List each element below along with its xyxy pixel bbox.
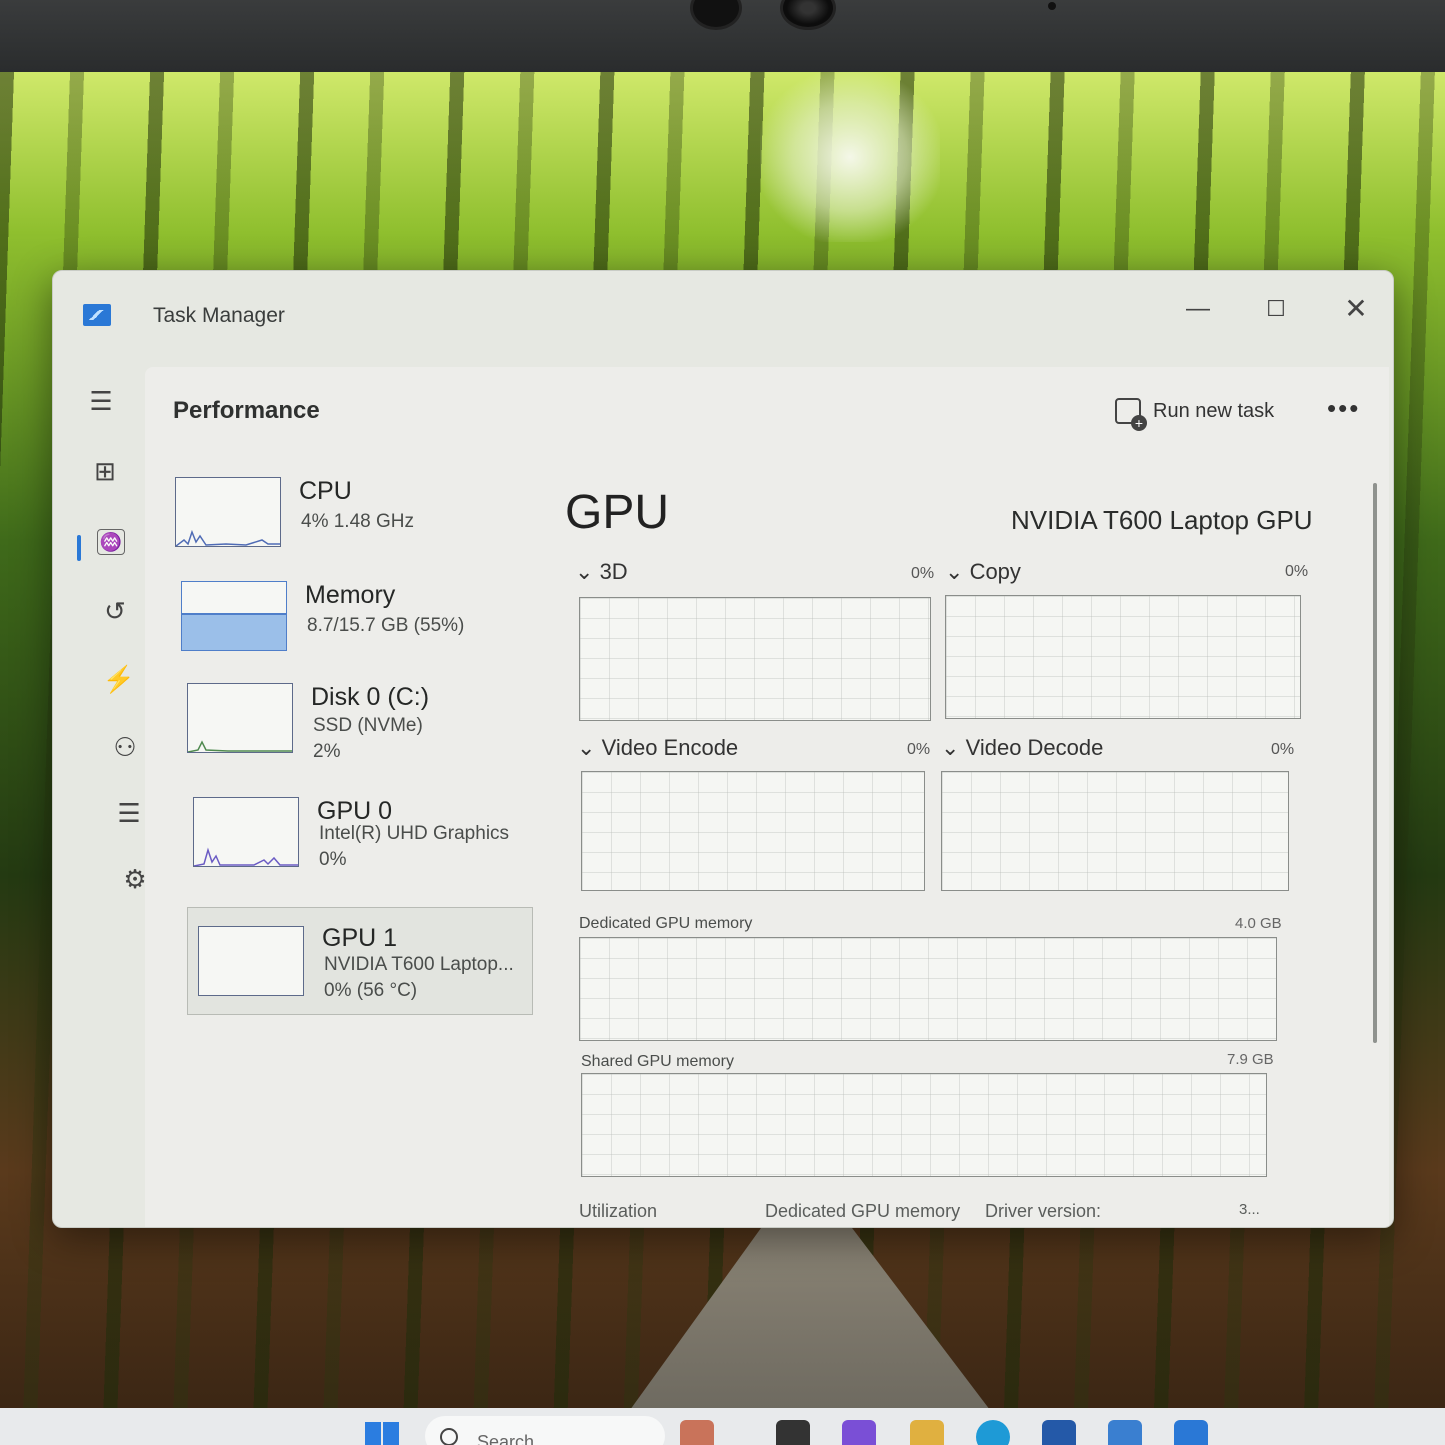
hamburger-icon[interactable]: ☰ bbox=[79, 379, 123, 423]
search-icon bbox=[440, 1428, 458, 1445]
page-title: Performance bbox=[173, 397, 320, 424]
engine-value: 0% bbox=[911, 565, 935, 582]
cpu-thumbnail-graph bbox=[175, 477, 281, 547]
engine-3d-graph bbox=[579, 597, 931, 721]
resource-usage: 0% bbox=[319, 849, 347, 870]
engine-video-encode-dropdown[interactable]: ⌄ Video Encode bbox=[577, 735, 738, 761]
engine-video-decode-graph bbox=[941, 771, 1289, 891]
memory-fill-level bbox=[182, 612, 286, 650]
app-history-icon[interactable]: ↺ bbox=[93, 589, 137, 633]
gpu0-sparkline bbox=[194, 847, 298, 866]
engine-label: Video Decode bbox=[965, 735, 1104, 760]
dedicated-footer-label: Dedicated GPU memory bbox=[765, 1201, 961, 1221]
engine-video-decode-dropdown[interactable]: ⌄ Video Decode bbox=[941, 735, 1103, 761]
selected-indicator bbox=[77, 535, 81, 561]
scrollbar[interactable] bbox=[1373, 483, 1377, 1043]
resource-usage: 0% (56 °C) bbox=[324, 980, 418, 1001]
engine-label: Copy bbox=[969, 559, 1021, 584]
chevron-down-icon: ⌄ bbox=[575, 559, 594, 584]
minimize-button[interactable]: — bbox=[1173, 289, 1223, 329]
shared-memory-graph bbox=[581, 1073, 1267, 1177]
run-new-task-button[interactable]: Run new task bbox=[1115, 395, 1275, 431]
taskbar-search-input[interactable]: Search bbox=[425, 1416, 665, 1445]
task-view-icon[interactable] bbox=[776, 1420, 810, 1445]
resource-memory[interactable]: Memory 8.7/15.7 GB (55%) bbox=[171, 575, 541, 683]
chevron-down-icon: ⌄ bbox=[941, 735, 960, 760]
dedicated-memory-max: 4.0 GB bbox=[1235, 915, 1282, 932]
dedicated-memory-graph bbox=[579, 937, 1277, 1041]
chevron-down-icon: ⌄ bbox=[945, 559, 964, 584]
shared-memory-max: 7.9 GB bbox=[1227, 1051, 1274, 1068]
resource-name: Disk 0 (C:) bbox=[311, 683, 430, 711]
users-icon[interactable]: ⚇ bbox=[103, 725, 147, 769]
webcam-lens bbox=[690, 0, 742, 30]
processes-icon[interactable]: ⊞ bbox=[83, 449, 127, 493]
edge-browser-icon[interactable] bbox=[976, 1420, 1010, 1445]
window-title: Task Manager bbox=[153, 304, 285, 327]
taskbar: Search bbox=[0, 1408, 1445, 1445]
performance-icon[interactable]: ♒ bbox=[97, 529, 125, 555]
gpu-model-name: NVIDIA T600 Laptop GPU bbox=[1011, 505, 1313, 535]
shared-memory-label: Shared GPU memory bbox=[581, 1053, 734, 1070]
close-button[interactable]: ✕ bbox=[1331, 289, 1381, 329]
cpu-sparkline bbox=[176, 529, 280, 546]
more-options-button[interactable]: ••• bbox=[1327, 393, 1360, 424]
copilot-icon[interactable] bbox=[842, 1420, 876, 1445]
resource-usage: 2% bbox=[313, 741, 341, 762]
resource-detail: Intel(R) UHD Graphics bbox=[319, 823, 510, 844]
engine-video-encode-graph bbox=[581, 771, 925, 891]
widgets-icon[interactable] bbox=[680, 1420, 714, 1445]
store-icon[interactable] bbox=[1042, 1420, 1076, 1445]
run-task-icon bbox=[1115, 398, 1147, 431]
engine-copy-graph bbox=[945, 595, 1301, 719]
resource-detail: 4% 1.48 GHz bbox=[301, 511, 414, 532]
navigation-rail: ☰ ⊞ ♒ ↺ ⚡ ⚇ ☰ ⚙ bbox=[53, 363, 147, 1227]
detail-title: GPU bbox=[565, 486, 670, 539]
memory-thumbnail-graph bbox=[181, 581, 287, 651]
task-manager-taskbar-icon[interactable] bbox=[1174, 1420, 1208, 1445]
driver-version-label: Driver version: bbox=[985, 1201, 1102, 1221]
dedicated-memory-label: Dedicated GPU memory bbox=[579, 915, 753, 932]
resource-detail: 8.7/15.7 GB (55%) bbox=[307, 615, 465, 636]
utilization-label: Utilization bbox=[579, 1201, 658, 1221]
resource-gpu-1[interactable]: GPU 1 NVIDIA T600 Laptop... 0% (56 °C) bbox=[187, 907, 533, 1015]
laptop-bezel bbox=[0, 0, 1445, 72]
engine-label: Video Encode bbox=[601, 735, 739, 760]
resource-detail: SSD (NVMe) bbox=[313, 715, 423, 736]
resource-name: GPU 0 bbox=[317, 797, 393, 825]
title-bar[interactable]: Task Manager — ☐ ✕ bbox=[53, 271, 1393, 363]
performance-panel: Performance Run new task ••• CPU 4% 1.48… bbox=[145, 367, 1389, 1227]
webcam-indicator bbox=[1048, 2, 1056, 10]
disk-thumbnail-graph bbox=[187, 683, 293, 753]
engine-3d-dropdown[interactable]: ⌄ 3D bbox=[575, 559, 628, 585]
resource-detail: NVIDIA T600 Laptop... bbox=[324, 954, 514, 975]
engine-label: 3D bbox=[599, 559, 628, 584]
task-manager-window: Task Manager — ☐ ✕ ☰ ⊞ ♒ ↺ ⚡ ⚇ ☰ ⚙ ⚙ Per… bbox=[52, 270, 1394, 1228]
app-icon[interactable] bbox=[1108, 1420, 1142, 1445]
resource-gpu-0[interactable]: GPU 0 Intel(R) UHD Graphics 0% bbox=[183, 791, 553, 899]
resource-cpu[interactable]: CPU 4% 1.48 GHz bbox=[165, 471, 535, 579]
gpu1-thumbnail-graph bbox=[198, 926, 304, 996]
engine-value: 0% bbox=[907, 741, 931, 758]
task-manager-app-icon bbox=[83, 304, 111, 326]
windows-start-icon[interactable] bbox=[365, 1422, 399, 1445]
engine-copy-dropdown[interactable]: ⌄ Copy bbox=[945, 559, 1021, 585]
run-new-task-label: Run new task bbox=[1153, 399, 1275, 422]
gpu0-thumbnail-graph bbox=[193, 797, 299, 867]
panel-header: Performance Run new task ••• bbox=[145, 367, 1389, 455]
engine-value: 0% bbox=[1285, 563, 1309, 580]
chevron-down-icon: ⌄ bbox=[577, 735, 596, 760]
webcam-sensor bbox=[780, 0, 836, 30]
resource-name: CPU bbox=[299, 477, 352, 505]
startup-apps-icon[interactable]: ⚡ bbox=[97, 657, 141, 701]
disk-sparkline bbox=[188, 740, 292, 752]
file-explorer-icon[interactable] bbox=[910, 1420, 944, 1445]
engine-value: 0% bbox=[1271, 741, 1295, 758]
wallpaper-sky bbox=[760, 72, 940, 242]
resource-name: GPU 1 bbox=[322, 924, 398, 952]
resource-disk[interactable]: Disk 0 (C:) SSD (NVMe) 2% bbox=[177, 677, 547, 785]
resource-name: Memory bbox=[305, 581, 396, 609]
driver-version-value: 3... bbox=[1239, 1201, 1260, 1218]
maximize-button[interactable]: ☐ bbox=[1251, 289, 1301, 329]
